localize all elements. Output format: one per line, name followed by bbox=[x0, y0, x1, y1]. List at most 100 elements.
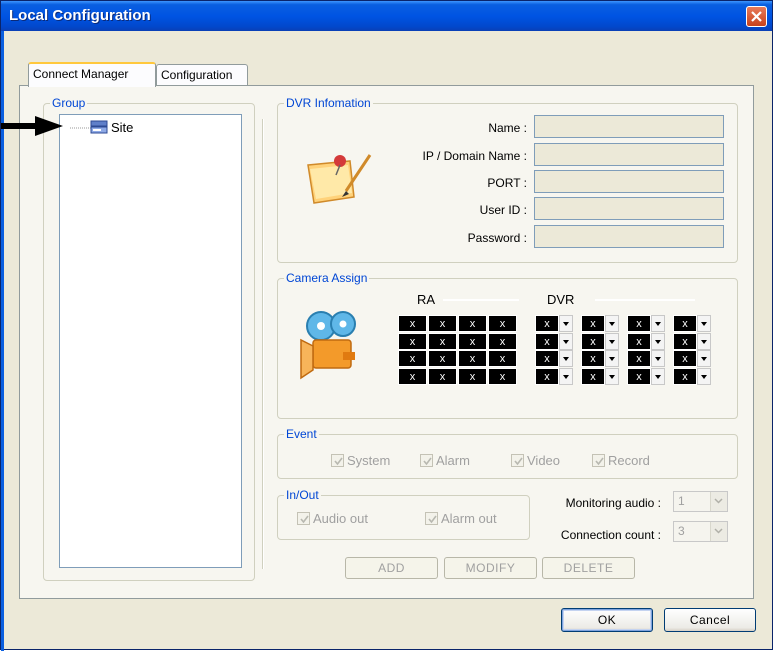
ra-camera-cell[interactable]: x bbox=[428, 367, 457, 385]
check-icon bbox=[514, 457, 523, 466]
dvr-camera-dropdown[interactable] bbox=[697, 315, 711, 332]
dvr-camera-dropdown[interactable] bbox=[651, 350, 665, 367]
user-id-label: User ID : bbox=[479, 203, 527, 217]
dvr-camera-dropdown[interactable] bbox=[559, 350, 573, 367]
dvr-camera-cell: x bbox=[673, 367, 697, 385]
tab-label: Connect Manager bbox=[33, 67, 129, 81]
chevron-down-icon bbox=[714, 498, 723, 504]
dvr-camera-cell: x bbox=[535, 332, 559, 350]
checkbox-box bbox=[425, 512, 438, 525]
checkbox-box bbox=[420, 454, 433, 467]
check-icon bbox=[595, 457, 604, 466]
dvr-camera-dropdown[interactable] bbox=[651, 332, 665, 350]
dropdown-button[interactable] bbox=[710, 522, 727, 541]
tree-item-site[interactable]: Site bbox=[90, 119, 133, 135]
dvr-camera-dropdown[interactable] bbox=[697, 367, 711, 385]
tab-label: Configuration bbox=[161, 68, 233, 82]
ip-domain-label: IP / Domain Name : bbox=[422, 149, 527, 163]
ra-header-line bbox=[443, 299, 519, 301]
dvr-camera-dropdown[interactable] bbox=[605, 332, 619, 350]
ra-camera-cell[interactable]: x bbox=[428, 332, 457, 350]
alarm-out-checkbox[interactable]: Alarm out bbox=[425, 511, 497, 526]
monitoring-audio-select[interactable]: 1 bbox=[673, 491, 728, 512]
site-tree[interactable]: Site bbox=[59, 114, 242, 568]
tab-connect-manager[interactable]: Connect Manager bbox=[28, 62, 156, 87]
close-button[interactable] bbox=[746, 6, 767, 27]
ra-camera-cell[interactable]: x bbox=[428, 315, 457, 332]
password-field[interactable] bbox=[534, 225, 724, 248]
pointer-arrow-icon bbox=[1, 116, 63, 136]
tab-configuration[interactable]: Configuration bbox=[156, 64, 248, 86]
dvr-header: DVR bbox=[547, 292, 575, 307]
ok-button[interactable]: OK bbox=[561, 608, 653, 632]
dvr-camera-dropdown[interactable] bbox=[559, 367, 573, 385]
ra-camera-cell[interactable]: x bbox=[398, 350, 427, 367]
ra-camera-cell[interactable]: x bbox=[488, 350, 517, 367]
dvr-camera-dropdown[interactable] bbox=[651, 367, 665, 385]
ra-camera-cell[interactable]: x bbox=[488, 332, 517, 350]
connection-count-label: Connection count : bbox=[560, 528, 661, 542]
monitoring-audio-label: Monitoring audio : bbox=[565, 496, 661, 510]
dvr-camera-cell: x bbox=[535, 350, 559, 367]
title-bar[interactable]: Local Configuration bbox=[1, 1, 772, 31]
dvr-camera-cell: x bbox=[627, 367, 651, 385]
dvr-camera-dropdown[interactable] bbox=[651, 315, 665, 332]
alarm-checkbox[interactable]: Alarm bbox=[420, 453, 470, 468]
audio-out-checkbox[interactable]: Audio out bbox=[297, 511, 368, 526]
dvr-camera-cell: x bbox=[581, 367, 605, 385]
ra-header: RA bbox=[417, 292, 436, 307]
add-button[interactable]: ADD bbox=[345, 557, 438, 579]
port-label: PORT : bbox=[487, 176, 527, 190]
connection-count-select[interactable]: 3 bbox=[673, 521, 728, 542]
ra-camera-cell[interactable]: x bbox=[488, 315, 517, 332]
dvr-camera-cell: x bbox=[581, 332, 605, 350]
check-icon bbox=[428, 515, 437, 524]
dvr-camera-dropdown[interactable] bbox=[605, 315, 619, 332]
video-checkbox[interactable]: Video bbox=[511, 453, 560, 468]
camera-icon bbox=[300, 311, 356, 380]
name-label: Name : bbox=[488, 121, 527, 135]
dropdown-button[interactable] bbox=[710, 492, 727, 511]
ra-camera-cell[interactable]: x bbox=[398, 332, 427, 350]
check-icon bbox=[300, 515, 309, 524]
modify-button[interactable]: MODIFY bbox=[444, 557, 537, 579]
ra-camera-cell[interactable]: x bbox=[458, 367, 487, 385]
system-checkbox[interactable]: System bbox=[331, 453, 390, 468]
ra-camera-cell[interactable]: x bbox=[398, 315, 427, 332]
dvr-camera-cell: x bbox=[673, 332, 697, 350]
ra-camera-cell[interactable]: x bbox=[488, 367, 517, 385]
port-field[interactable] bbox=[534, 170, 724, 193]
window-title: Local Configuration bbox=[9, 7, 151, 24]
dvr-camera-dropdown[interactable] bbox=[559, 332, 573, 350]
name-field[interactable] bbox=[534, 115, 724, 138]
password-label: Password : bbox=[467, 231, 527, 245]
checkbox-label: Record bbox=[608, 453, 650, 468]
ra-camera-cell[interactable]: x bbox=[398, 367, 427, 385]
user-id-field[interactable] bbox=[534, 197, 724, 220]
dvr-camera-dropdown[interactable] bbox=[697, 332, 711, 350]
dvr-camera-cell: x bbox=[581, 315, 605, 332]
checkbox-label: Alarm bbox=[436, 453, 470, 468]
checkbox-label: System bbox=[347, 453, 391, 468]
ip-domain-field[interactable] bbox=[534, 143, 724, 166]
ra-camera-cell[interactable]: x bbox=[458, 332, 487, 350]
dvr-camera-dropdown[interactable] bbox=[605, 350, 619, 367]
record-checkbox[interactable]: Record bbox=[592, 453, 650, 468]
checkbox-label: Alarm out bbox=[441, 511, 497, 526]
event-legend: Event bbox=[284, 427, 319, 441]
dvr-camera-dropdown[interactable] bbox=[697, 350, 711, 367]
camera-assign-legend: Camera Assign bbox=[284, 271, 370, 285]
ra-camera-cell[interactable]: x bbox=[428, 350, 457, 367]
dvr-header-line bbox=[595, 299, 695, 301]
ra-camera-cell[interactable]: x bbox=[458, 350, 487, 367]
dvr-camera-dropdown[interactable] bbox=[605, 367, 619, 385]
check-icon bbox=[334, 457, 343, 466]
delete-button[interactable]: DELETE bbox=[542, 557, 635, 579]
cancel-button[interactable]: Cancel bbox=[664, 608, 756, 632]
panel-divider bbox=[262, 119, 264, 569]
inout-legend: In/Out bbox=[284, 488, 321, 502]
ra-camera-cell[interactable]: x bbox=[458, 315, 487, 332]
chevron-down-icon bbox=[714, 528, 723, 534]
server-icon bbox=[90, 120, 108, 134]
dvr-camera-dropdown[interactable] bbox=[559, 315, 573, 332]
